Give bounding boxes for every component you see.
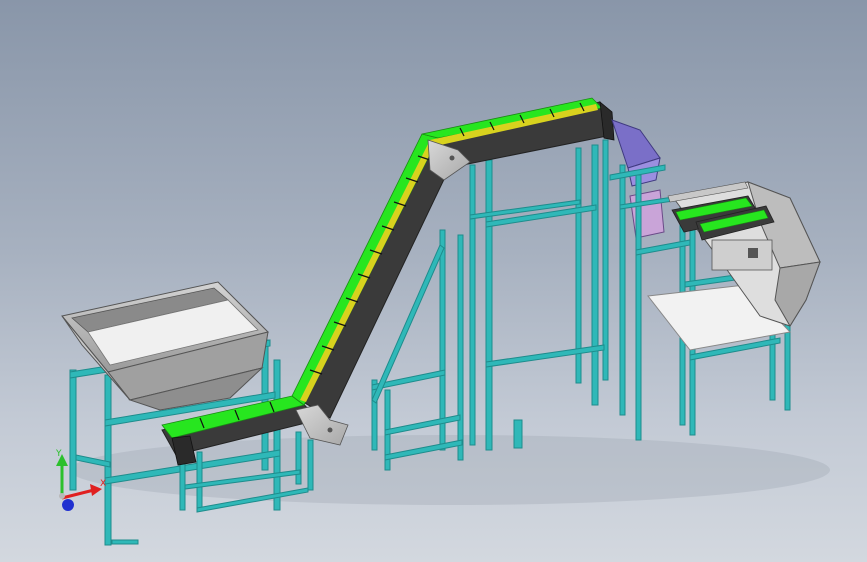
- feed-hopper[interactable]: [61, 281, 269, 411]
- triad-z-axis: [62, 499, 74, 511]
- discharge-tower-frame[interactable]: [469, 139, 609, 451]
- triad-origin: [59, 493, 65, 499]
- triad-x-axis: [61, 488, 95, 500]
- cad-viewport[interactable]: Y X: [0, 0, 867, 562]
- triad-y-label: Y: [55, 449, 62, 459]
- conveyor-assembly-model[interactable]: Y X: [0, 0, 867, 562]
- triad-x-label: X: [100, 479, 106, 489]
